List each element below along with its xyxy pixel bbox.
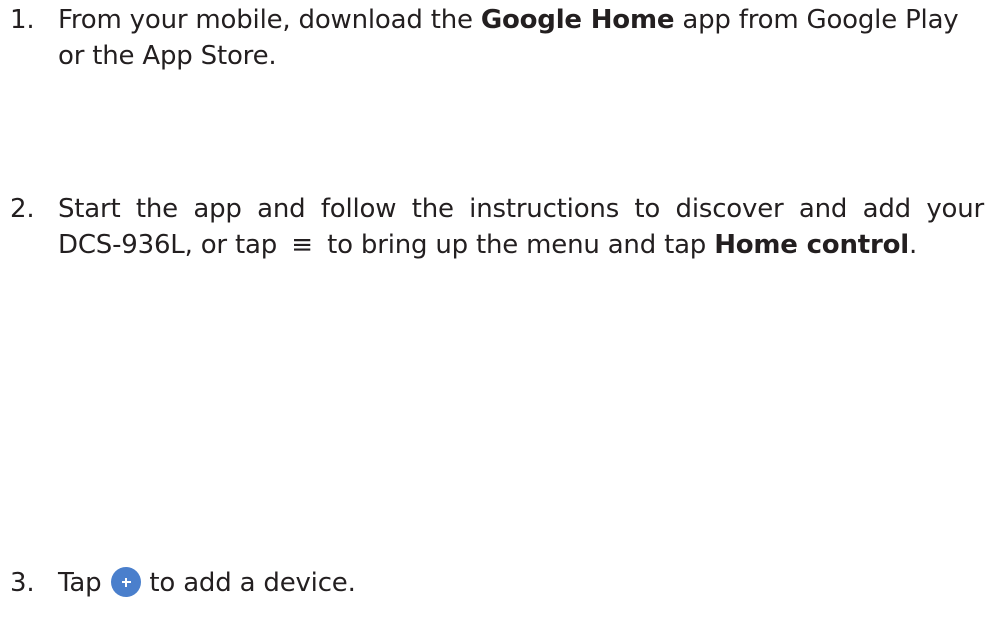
step-text-segment: Tap	[58, 568, 102, 598]
add-circle-icon	[111, 567, 142, 597]
step-text-segment: app from Google Play	[674, 5, 959, 35]
step-line: or the App Store.	[58, 41, 277, 71]
step-number: 1.	[10, 5, 35, 35]
step-text-segment: to bring up the menu and tap	[319, 230, 715, 260]
step-number: 2.	[10, 194, 35, 224]
step-line: Tap to add a device.	[58, 565, 984, 601]
step-text-segment: From your mobile, download the	[58, 5, 481, 35]
step-text: From your mobile, download the Google Ho…	[58, 2, 984, 74]
step-line: From your mobile, download the Google Ho…	[58, 2, 984, 38]
step-text: Tap to add a device.	[58, 565, 984, 601]
app-name: Google Home	[480, 5, 675, 35]
menu-item-name: Home control	[714, 230, 909, 260]
step-number: 3.	[10, 568, 35, 598]
step-text-segment: DCS-936L, or tap	[58, 230, 277, 260]
step-line: DCS-936L, or tap ≡ to bring up the menu …	[58, 227, 984, 263]
step-text-segment: to add a device.	[149, 568, 356, 598]
step-line: Start the app and follow the instruction…	[58, 194, 984, 224]
step-text-segment: .	[909, 230, 918, 260]
step-text: Start the app and follow the instruction…	[58, 191, 984, 263]
menu-icon: ≡	[291, 230, 313, 260]
